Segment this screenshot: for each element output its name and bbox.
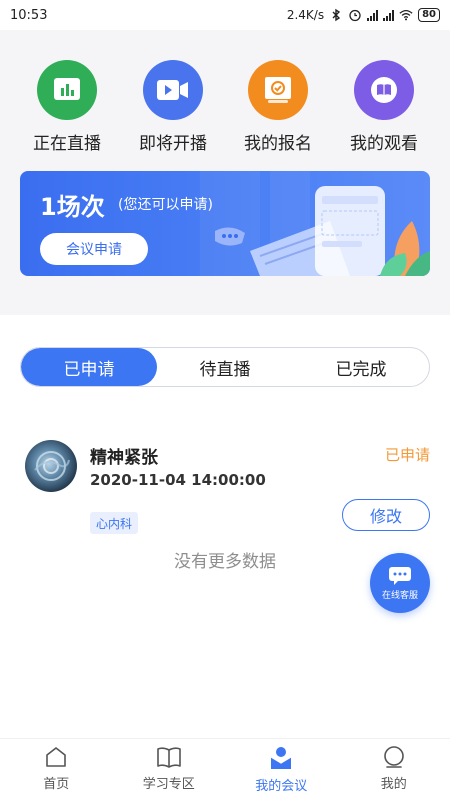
home-icon (46, 747, 67, 767)
tab-completed[interactable]: 已完成 (293, 348, 429, 386)
nav-label: 学习专区 (142, 777, 195, 792)
quick-item-signup[interactable]: 我的报名 (225, 60, 331, 154)
bluetooth-icon (332, 8, 341, 22)
nav-item-home[interactable]: 首页 (0, 739, 113, 800)
live-chart-icon (37, 60, 97, 120)
bottom-nav: 首页 学习专区 我的会议 我的 (0, 738, 450, 800)
nav-label: 我的 (380, 777, 407, 792)
chat-icon (389, 566, 411, 585)
signup-check-icon (248, 60, 308, 120)
nav-item-my-meetings[interactable]: 我的会议 (225, 739, 338, 800)
status-icons: 2.4K/s 80 (287, 8, 440, 22)
status-time: 10:53 (10, 7, 48, 23)
alarm-icon (349, 9, 361, 22)
list-item[interactable]: 精神紧张 2020-11-04 14:00:00 已申请 心内科 修改 (0, 425, 450, 545)
edit-button[interactable]: 修改 (342, 499, 430, 531)
avatar (25, 440, 77, 492)
quick-label: 我的观看 (350, 134, 418, 154)
nav-item-study[interactable]: 学习专区 (113, 739, 226, 800)
meeting-time: 2020-11-04 14:00:00 (90, 471, 266, 489)
meeting-icon (270, 747, 292, 769)
status-tabs: 已申请 待直播 已完成 (20, 347, 430, 387)
nav-label: 我的会议 (255, 779, 308, 794)
quick-label: 即将开播 (139, 134, 207, 154)
online-service-label: 在线客服 (381, 590, 418, 601)
quick-nav: 正在直播 即将开播 我的报名 我的观看 (0, 60, 450, 160)
book-icon (354, 60, 414, 120)
wifi-icon (399, 9, 413, 21)
banner-illustration (200, 171, 430, 276)
status-badge: 已申请 (384, 446, 430, 464)
tab-applied[interactable]: 已申请 (21, 348, 157, 386)
signal-icon-2 (383, 9, 395, 21)
department-tag: 心内科 (90, 512, 139, 534)
quick-item-upcoming[interactable]: 即将开播 (120, 60, 226, 154)
nav-item-profile[interactable]: 我的 (338, 739, 450, 800)
quick-item-live[interactable]: 正在直播 (14, 60, 120, 154)
meeting-banner: 1场次 (您还可以申请) 会议申请 (20, 171, 430, 276)
nav-label: 首页 (43, 777, 70, 792)
signal-icon (367, 9, 379, 21)
open-book-icon (156, 747, 181, 768)
banner-title: 1场次 (40, 193, 105, 221)
profile-icon (383, 746, 404, 768)
online-service-button[interactable]: 在线客服 (370, 553, 430, 613)
network-speed: 2.4K/s (286, 8, 325, 22)
quick-label: 正在直播 (33, 134, 101, 154)
apply-meeting-button[interactable]: 会议申请 (40, 233, 148, 265)
status-bar: 10:53 2.4K/s 80 (0, 0, 450, 30)
battery-icon: 80 (418, 8, 440, 22)
tab-pending-live[interactable]: 待直播 (157, 348, 293, 386)
video-camera-icon (143, 60, 203, 120)
quick-label: 我的报名 (244, 134, 312, 154)
quick-item-watched[interactable]: 我的观看 (331, 60, 437, 154)
meeting-title: 精神紧张 (90, 448, 158, 468)
